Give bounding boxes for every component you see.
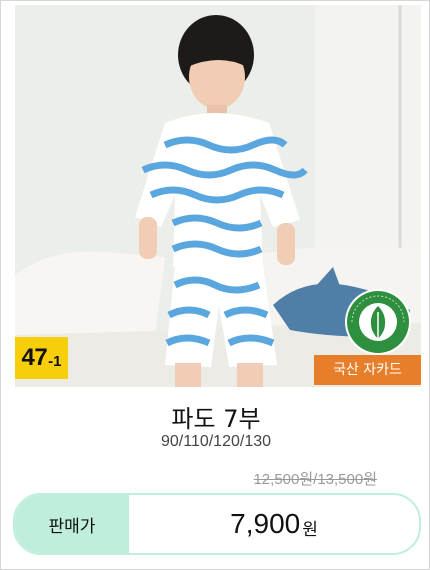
product-title[interactable]: 파도 7부 [1,399,430,434]
origin-tag: 국산 자카드 [314,355,421,385]
badge-suffix: -1 [48,352,62,370]
sale-price-label: 판매가 [15,495,129,553]
product-sizes: 90/110/120/130 [160,433,272,450]
sale-price-box: 판매가 7,900 원 [13,493,421,555]
sale-price-currency: 원 [302,519,318,540]
sale-price-value: 7,900 원 [129,495,419,553]
original-price: 12,500원/13,500원 [253,471,377,488]
sale-price-amount: 7,900 [230,508,301,539]
organic-certification-logo [344,288,412,356]
badge-number: 47 [21,344,48,371]
product-number-badge: 47 -1 [15,337,68,379]
product-card[interactable]: 47 -1 국산 자카드 파도 7부 90/110/120/130 12,500… [0,0,430,570]
organic-leaf-icon [345,289,411,355]
